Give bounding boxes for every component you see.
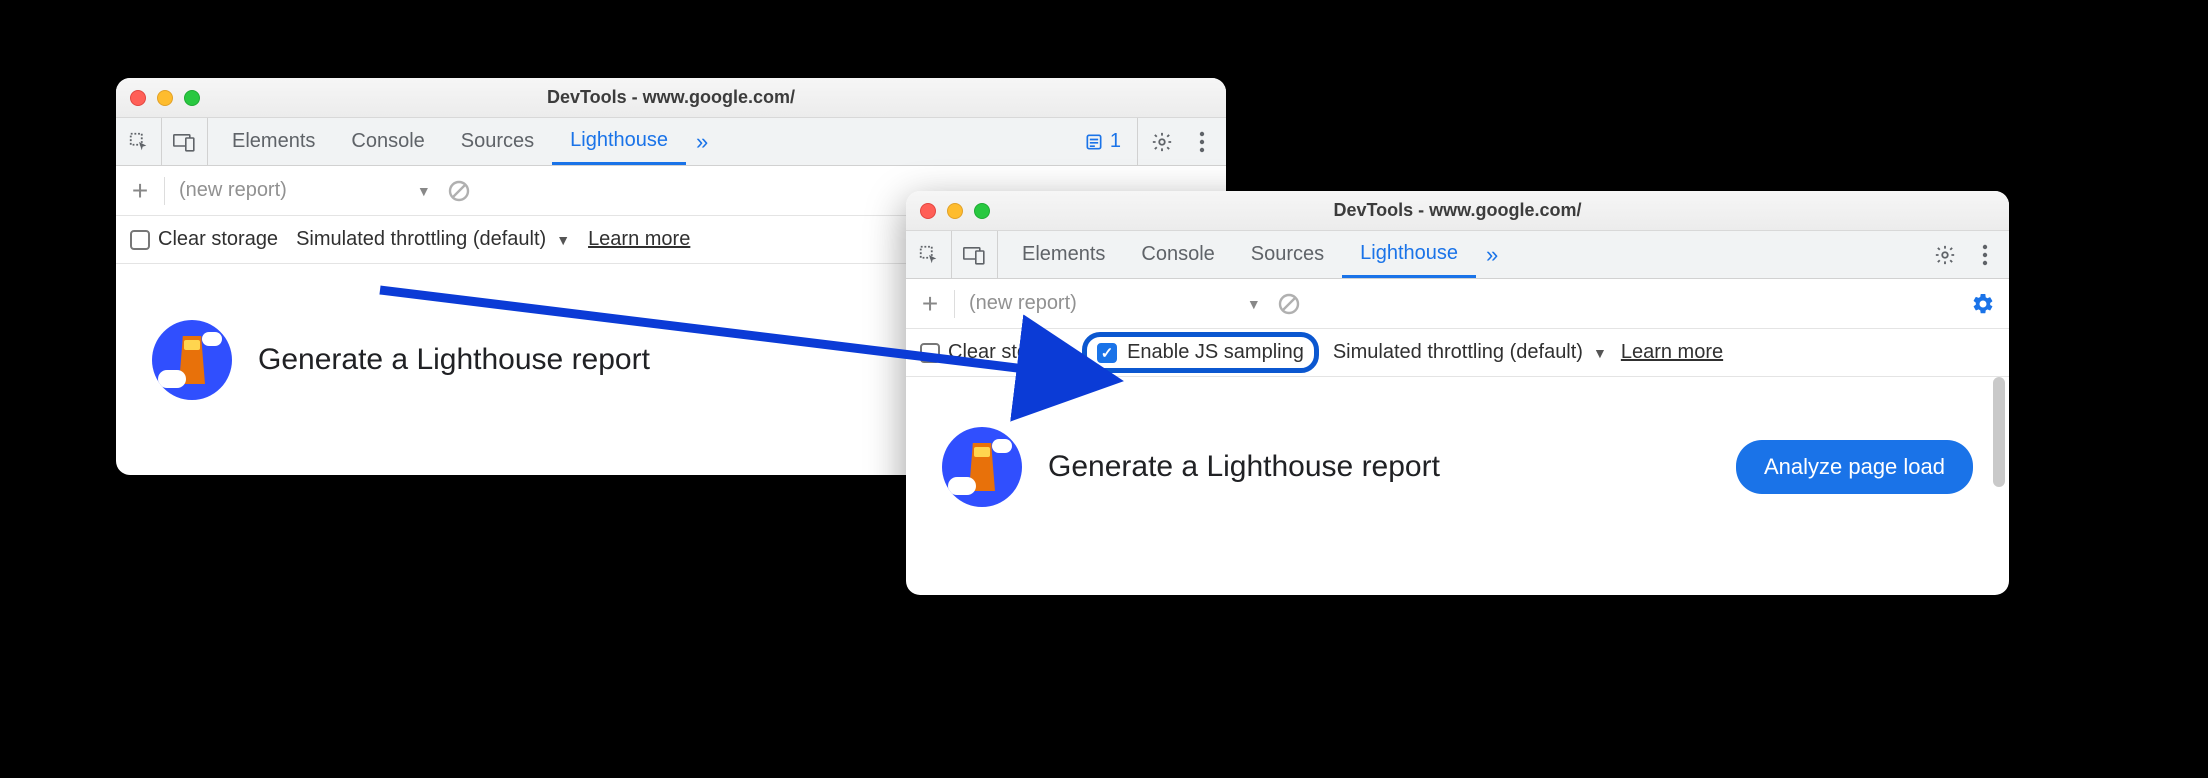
devtools-tabbar: Elements Console Sources Lighthouse » 1 bbox=[116, 118, 1226, 166]
throttling-label: Simulated throttling (default) bbox=[296, 228, 546, 251]
enable-js-sampling-label: Enable JS sampling bbox=[1127, 341, 1304, 364]
tabs-overflow-icon[interactable]: » bbox=[686, 118, 718, 165]
close-window-icon[interactable] bbox=[130, 90, 146, 106]
lighthouse-options-bar: Clear storage ✓ Enable JS sampling Simul… bbox=[906, 329, 2009, 377]
clear-storage-label: Clear storage bbox=[948, 341, 1068, 364]
issues-button[interactable]: 1 bbox=[1074, 130, 1131, 153]
tabbar-right-group: 1 bbox=[1074, 118, 1226, 165]
device-toggle-icon[interactable] bbox=[952, 231, 998, 278]
caret-down-icon: ▼ bbox=[556, 232, 570, 248]
lighthouse-subtoolbar: + (new report) ▼ bbox=[906, 279, 2009, 329]
panel-tabs: Elements Console Sources Lighthouse » bbox=[208, 118, 724, 165]
close-window-icon[interactable] bbox=[920, 203, 936, 219]
lighthouse-logo-icon bbox=[152, 320, 232, 400]
clear-storage-option[interactable]: Clear storage bbox=[920, 341, 1068, 364]
titlebar: DevTools - www.google.com/ bbox=[116, 78, 1226, 118]
tab-elements[interactable]: Elements bbox=[1004, 231, 1123, 278]
traffic-lights bbox=[906, 203, 990, 219]
devtools-window-right: DevTools - www.google.com/ Elements Cons… bbox=[906, 191, 2009, 595]
tab-elements[interactable]: Elements bbox=[214, 118, 333, 165]
tabs-overflow-icon[interactable]: » bbox=[1476, 231, 1508, 278]
panel-tabs: Elements Console Sources Lighthouse » bbox=[998, 231, 1514, 278]
caret-down-icon: ▼ bbox=[1247, 296, 1261, 312]
zoom-window-icon[interactable] bbox=[974, 203, 990, 219]
window-title: DevTools - www.google.com/ bbox=[116, 87, 1226, 108]
throttling-selector[interactable]: Simulated throttling (default) ▼ bbox=[296, 228, 570, 251]
report-selector[interactable]: (new report) ▼ bbox=[173, 179, 437, 202]
lighthouse-heading: Generate a Lighthouse report bbox=[258, 343, 650, 377]
cancel-icon[interactable] bbox=[1275, 290, 1303, 318]
tab-sources[interactable]: Sources bbox=[443, 118, 552, 165]
minimize-window-icon[interactable] bbox=[157, 90, 173, 106]
cancel-icon[interactable] bbox=[445, 177, 473, 205]
clear-storage-checkbox[interactable] bbox=[130, 230, 150, 250]
minimize-window-icon[interactable] bbox=[947, 203, 963, 219]
report-selector-label: (new report) bbox=[969, 292, 1077, 315]
more-kebab-icon[interactable] bbox=[1184, 124, 1220, 160]
zoom-window-icon[interactable] bbox=[184, 90, 200, 106]
clear-storage-option[interactable]: Clear storage bbox=[130, 228, 278, 251]
settings-gear-icon[interactable] bbox=[1144, 124, 1180, 160]
report-selector-label: (new report) bbox=[179, 179, 287, 202]
tab-sources[interactable]: Sources bbox=[1233, 231, 1342, 278]
learn-more-link[interactable]: Learn more bbox=[588, 228, 690, 251]
lighthouse-logo-icon bbox=[942, 427, 1022, 507]
window-title: DevTools - www.google.com/ bbox=[906, 200, 2009, 221]
tab-console[interactable]: Console bbox=[333, 118, 442, 165]
device-toggle-icon[interactable] bbox=[162, 118, 208, 165]
new-report-plus-icon[interactable]: + bbox=[914, 288, 946, 320]
enable-js-sampling-checkbox[interactable]: ✓ bbox=[1097, 343, 1117, 363]
settings-gear-icon[interactable] bbox=[1927, 237, 1963, 273]
more-kebab-icon[interactable] bbox=[1967, 237, 2003, 273]
titlebar: DevTools - www.google.com/ bbox=[906, 191, 2009, 231]
report-selector[interactable]: (new report) ▼ bbox=[963, 292, 1267, 315]
throttling-selector[interactable]: Simulated throttling (default) ▼ bbox=[1333, 341, 1607, 364]
lighthouse-heading: Generate a Lighthouse report bbox=[1048, 450, 1440, 484]
tab-lighthouse[interactable]: Lighthouse bbox=[1342, 231, 1476, 278]
issues-count: 1 bbox=[1110, 130, 1121, 153]
inspect-icon[interactable] bbox=[906, 231, 952, 278]
clear-storage-label: Clear storage bbox=[158, 228, 278, 251]
new-report-plus-icon[interactable]: + bbox=[124, 175, 156, 207]
inspect-icon[interactable] bbox=[116, 118, 162, 165]
tab-console[interactable]: Console bbox=[1123, 231, 1232, 278]
lighthouse-settings-gear-icon[interactable] bbox=[1965, 286, 2001, 322]
clear-storage-checkbox[interactable] bbox=[920, 343, 940, 363]
tabbar-right-group bbox=[1927, 231, 2009, 278]
lighthouse-landing: Generate a Lighthouse report Analyze pag… bbox=[906, 377, 2009, 547]
devtools-tabbar: Elements Console Sources Lighthouse » bbox=[906, 231, 2009, 279]
scrollbar-thumb[interactable] bbox=[1993, 377, 2005, 487]
tab-lighthouse[interactable]: Lighthouse bbox=[552, 118, 686, 165]
caret-down-icon: ▼ bbox=[417, 183, 431, 199]
throttling-label: Simulated throttling (default) bbox=[1333, 341, 1583, 364]
analyze-page-load-button[interactable]: Analyze page load bbox=[1736, 440, 1973, 494]
traffic-lights bbox=[116, 90, 200, 106]
caret-down-icon: ▼ bbox=[1593, 345, 1607, 361]
enable-js-sampling-highlight: ✓ Enable JS sampling bbox=[1082, 332, 1319, 373]
learn-more-link[interactable]: Learn more bbox=[1621, 341, 1723, 364]
